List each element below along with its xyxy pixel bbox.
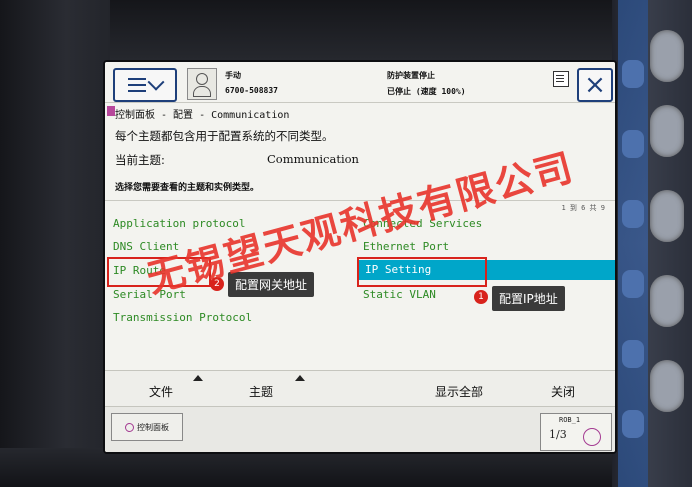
quickset-button[interactable]: ROB_1 1/3 [540, 413, 612, 451]
task-fraction: 1/3 [549, 428, 567, 441]
quickset-icon [583, 428, 601, 446]
list-item-transmission-protocol[interactable]: Transmission Protocol [113, 311, 252, 324]
operator-icon[interactable] [187, 68, 217, 100]
close-window-button[interactable]: × [577, 68, 613, 102]
hardware-key[interactable] [622, 130, 644, 158]
event-log-icon[interactable] [553, 71, 569, 87]
hardware-button[interactable] [650, 190, 684, 242]
hardware-key[interactable] [622, 200, 644, 228]
hamburger-icon [128, 78, 146, 92]
page-description: 每个主题都包含用于配置系统的不同类型。 [115, 129, 334, 143]
main-menu-button[interactable] [113, 68, 177, 102]
topic-menu-button[interactable]: 主题 [249, 383, 273, 400]
status-header: 手动 6700-508837 防护装置停止 已停止 (速度 100%) × [105, 62, 615, 103]
robot-name: ROB_1 [559, 416, 581, 424]
operating-mode: 手动 [225, 71, 241, 80]
control-panel-icon [107, 106, 115, 116]
breadcrumb: 控制面板 - 配置 - Communication [115, 110, 290, 121]
highlight-ip-setting [357, 257, 487, 287]
taskbar: 控制面板 ROB_1 1/3 [105, 406, 615, 452]
ip-callout: 配置IP地址 [492, 286, 565, 311]
control-panel-tab[interactable]: 控制面板 [111, 413, 183, 441]
list-item-static-vlan[interactable]: Static VLAN [363, 288, 436, 301]
close-button[interactable]: 关闭 [551, 383, 575, 400]
hardware-key[interactable] [622, 340, 644, 368]
current-topic-value: Communication [267, 152, 359, 166]
hardware-key[interactable] [622, 60, 644, 88]
list-page-indicator: 1 到 6 共 9 [561, 204, 605, 212]
speed-status: 已停止 (速度 100%) [387, 87, 466, 96]
pendant-bezel-left [0, 0, 110, 487]
hardware-key[interactable] [622, 270, 644, 298]
instruction-text: 选择您需要查看的主题和实例类型。 [115, 183, 260, 193]
hardware-button[interactable] [650, 360, 684, 412]
current-topic-label: 当前主题: [115, 153, 165, 167]
hardware-button[interactable] [650, 275, 684, 327]
controller-serial: 6700-508837 [225, 86, 278, 95]
guard-status: 防护装置停止 [387, 71, 435, 80]
chevron-down-icon [147, 73, 165, 91]
hardware-button[interactable] [650, 105, 684, 157]
hardware-key[interactable] [622, 410, 644, 438]
command-bar: 文件 主题 显示全部 关闭 [105, 370, 615, 407]
control-panel-tab-label: 控制面板 [137, 422, 169, 432]
caret-up-icon [295, 375, 305, 381]
wrench-icon [125, 422, 134, 432]
file-menu-button[interactable]: 文件 [149, 383, 173, 400]
show-all-button[interactable]: 显示全部 [435, 383, 483, 400]
step-badge-1: 1 [474, 290, 488, 304]
hardware-button[interactable] [650, 30, 684, 82]
caret-up-icon [193, 375, 203, 381]
